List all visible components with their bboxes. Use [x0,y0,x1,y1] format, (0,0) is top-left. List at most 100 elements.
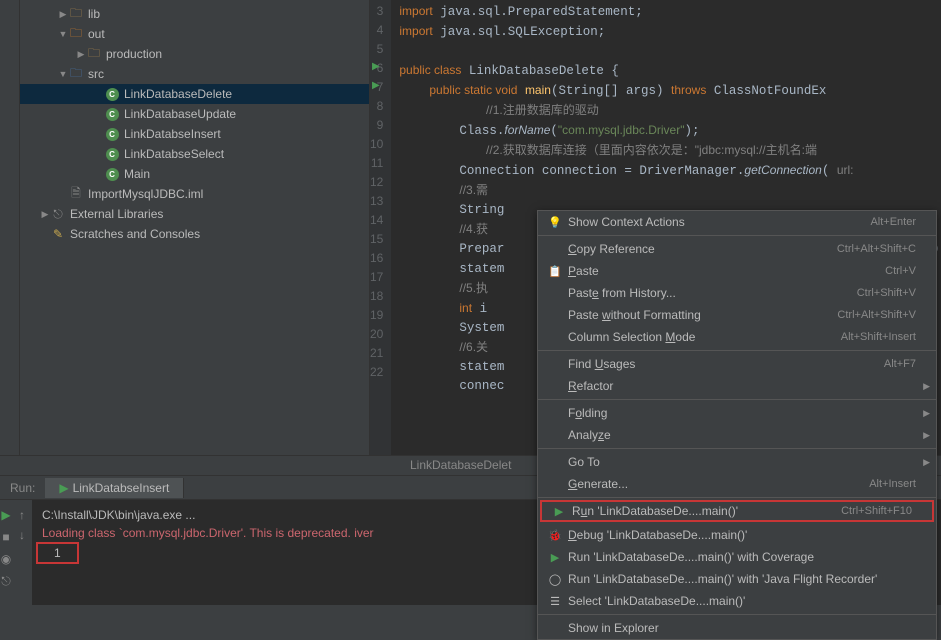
menu-generate[interactable]: Generate...Alt+Insert [538,473,936,495]
run-label: Run: [0,481,45,495]
stop-icon[interactable]: ■ [2,530,9,544]
source-folder-icon: 🗀 [68,66,84,82]
menu-separator [538,350,936,351]
line-number: 16 [370,249,383,268]
down-icon[interactable]: ↓ [19,528,25,542]
tree-label: Main [124,167,150,181]
run-gutter-icon: ▶ [372,57,380,76]
menu-show-explorer[interactable]: Show in Explorer [538,617,936,639]
menu-select-config[interactable]: ☰Select 'LinkDatabaseDe....main()' [538,590,936,612]
folder-open-icon: 🗀 [68,26,84,42]
tree-label: out [88,27,105,41]
file-icon: 🗎 [68,186,84,202]
menu-goto[interactable]: Go To▶ [538,451,936,473]
line-number: 15 [370,230,383,249]
tree-class-update[interactable]: CLinkDatabaseUpdate [20,104,369,124]
comment: //2.获取数据库连接（里面内容依次是："jdbc:mysql://主机名:端 [459,143,817,157]
tree-class-select[interactable]: CLinkDatabseSelect [20,144,369,164]
menu-separator [538,235,936,236]
line-number: ▶7 [370,78,383,97]
submenu-arrow-icon: ▶ [923,381,930,392]
menu-debug[interactable]: 🐞Debug 'LinkDatabaseDe....main()' [538,524,936,546]
menu-run-coverage[interactable]: ▶Run 'LinkDatabaseDe....main()' with Cov… [538,546,936,568]
tree-class-main[interactable]: C Main [20,164,369,184]
folder-icon: 🗀 [86,46,102,62]
tree-label: External Libraries [70,207,163,221]
paste-icon: 📋 [546,265,564,278]
menu-run-jfr[interactable]: ◯Run 'LinkDatabaseDe....main()' with 'Ja… [538,568,936,590]
menu-separator [538,497,936,498]
menu-refactor[interactable]: Refactor▶ [538,375,936,397]
tree-label: Scratches and Consoles [70,227,200,241]
tree-label: lib [88,7,100,21]
run-toolbar-2: ↑ ↓ [12,500,32,605]
line-number: 4 [370,21,383,40]
line-number: 21 [370,344,383,363]
left-tool-strip[interactable] [0,0,20,455]
rerun-icon[interactable]: ▶ [1,508,10,522]
menu-paste-history[interactable]: Paste from History...Ctrl+Shift+V [538,282,936,304]
line-number: 11 [370,154,383,173]
line-number: 3 [370,2,383,21]
run-config-tab[interactable]: ▶LinkDatabseInsert [45,478,184,498]
jfr-icon: ◯ [546,573,564,586]
line-number: 22 [370,363,383,382]
bug-icon: 🐞 [546,529,564,542]
tree-lib[interactable]: ▶🗀lib [20,4,369,24]
console-error: Loading class `com.mysql.jdbc.Driver'. T… [42,526,351,540]
class-icon: C [104,106,120,122]
menu-copy-reference[interactable]: Copy ReferenceCtrl+Alt+Shift+C [538,238,936,260]
menu-separator [538,614,936,615]
line-number: 17 [370,268,383,287]
line-number: 19 [370,306,383,325]
settings-icon[interactable]: ◉ [1,552,11,566]
class-icon: C [104,126,120,142]
editor-gutter[interactable]: 3 4 5 ▶6 ▶7 8 9 10 11 12 13 14 15 16 17 … [370,0,391,455]
menu-run[interactable]: ▶Run 'LinkDatabaseDe....main()'Ctrl+Shif… [540,500,934,522]
line-number: 9 [370,116,383,135]
menu-paste-plain[interactable]: Paste without FormattingCtrl+Alt+Shift+V [538,304,936,326]
class-icon: C [104,166,120,182]
folder-icon: 🗀 [68,6,84,22]
context-menu: 💡Show Context ActionsAlt+Enter Copy Refe… [537,210,937,640]
menu-folding[interactable]: Folding▶ [538,402,936,424]
scratch-icon: ✎ [50,226,66,242]
menu-column-select[interactable]: Column Selection ModeAlt+Shift+Insert [538,326,936,348]
class-icon: C [104,86,120,102]
line-number: 10 [370,135,383,154]
tree-scratches[interactable]: ✎ Scratches and Consoles [20,224,369,244]
menu-find-usages[interactable]: Find UsagesAlt+F7 [538,353,936,375]
up-icon[interactable]: ↑ [19,508,25,522]
tree-src[interactable]: ▼🗀src [20,64,369,84]
tree-label: src [88,67,104,81]
tree-label: LinkDatabaseDelete [124,87,232,101]
tree-production[interactable]: ▶🗀production [20,44,369,64]
menu-analyze[interactable]: Analyze▶ [538,424,936,446]
line-number: 13 [370,192,383,211]
menu-separator [538,448,936,449]
tree-iml[interactable]: 🗎 ImportMysqlJDBC.iml [20,184,369,204]
tree-label: ImportMysqlJDBC.iml [88,187,203,201]
list-icon: ☰ [546,595,564,608]
run-icon: ▶ [59,481,68,495]
menu-context-actions[interactable]: 💡Show Context ActionsAlt+Enter [538,211,936,233]
coverage-icon: ▶ [546,551,564,564]
line-number: 14 [370,211,383,230]
run-gutter-icon: ▶ [372,76,380,95]
line-number: 12 [370,173,383,192]
tree-label: production [106,47,162,61]
submenu-arrow-icon: ▶ [923,430,930,441]
run-icon: ▶ [550,505,568,518]
library-icon: ⎋ [50,206,66,222]
bulb-icon: 💡 [546,216,564,229]
menu-paste[interactable]: 📋PasteCtrl+V [538,260,936,282]
tree-external-libs[interactable]: ▶⎋External Libraries [20,204,369,224]
tree-class-delete[interactable]: C LinkDatabaseDelete [20,84,369,104]
console-output-line: 1 [36,542,79,564]
submenu-arrow-icon: ▶ [923,457,930,468]
tree-class-insert[interactable]: CLinkDatabseInsert [20,124,369,144]
line-number: 20 [370,325,383,344]
pin-icon[interactable]: ⎋ [1,574,11,589]
submenu-arrow-icon: ▶ [923,408,930,419]
tree-out[interactable]: ▼🗀out [20,24,369,44]
